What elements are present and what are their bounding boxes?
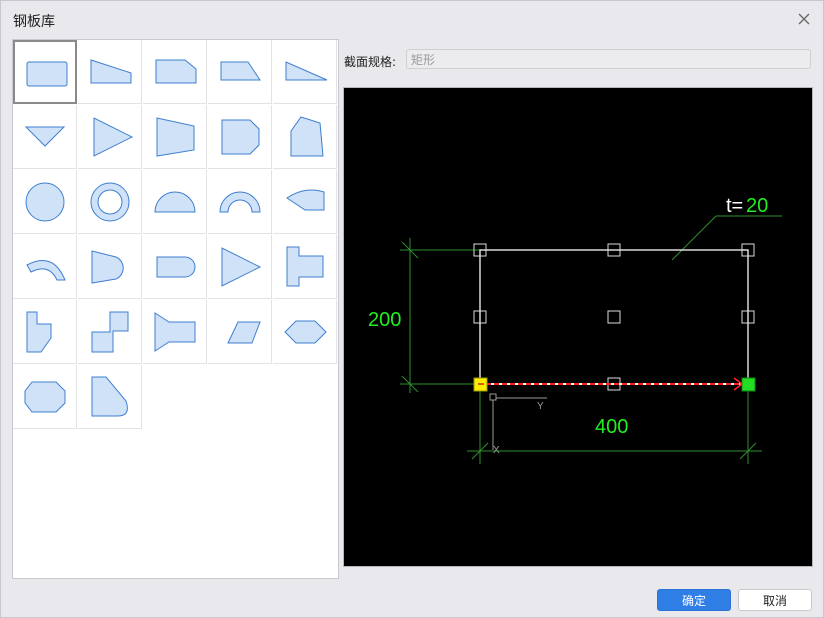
cancel-button[interactable]: 取消 — [738, 589, 812, 611]
ok-button[interactable]: 确定 — [657, 589, 731, 611]
flange-shape-icon — [154, 312, 196, 352]
shape-gallery — [12, 39, 339, 579]
shape-item-l-shape[interactable] — [13, 300, 77, 364]
section-outline — [479, 249, 749, 385]
close-icon[interactable] — [795, 10, 813, 28]
inverted-triangle-icon — [24, 126, 66, 147]
height-dimension-label: 200 — [368, 309, 401, 331]
pentagon-icon — [290, 116, 324, 157]
d-shape-icon — [221, 119, 260, 155]
t-shape-icon — [286, 246, 324, 287]
hexagon-icon — [284, 320, 327, 344]
shape-item-parallelogram[interactable] — [208, 300, 272, 364]
shape-item-inverted-triangle[interactable] — [13, 105, 77, 169]
shape-item-chamfered-rectangle[interactable] — [143, 40, 207, 104]
shape-item-curved-arc[interactable] — [13, 235, 77, 299]
ring-icon — [90, 182, 130, 222]
steel-plate-library-dialog: 钢板库 截面规格: 矩形 Y X t= 20 200 400 确定 取消 — [0, 0, 824, 618]
shape-item-t-shape[interactable] — [273, 235, 337, 299]
rounded-corner-rectangle-icon — [91, 376, 128, 417]
shape-item-flange-shape[interactable] — [143, 300, 207, 364]
l-shape-icon — [26, 311, 52, 353]
axis-x-label: X — [493, 445, 500, 456]
section-spec-label: 截面规格: — [344, 55, 397, 69]
triangle-wedge-icon — [220, 61, 261, 81]
shape-item-rounded-corner-rectangle[interactable] — [78, 365, 142, 429]
shape-item-rounded-rectangle[interactable] — [143, 235, 207, 299]
thickness-leader-diagonal — [671, 215, 717, 261]
thickness-value: 20 — [746, 195, 768, 217]
preview-canvas[interactable]: Y X t= 20 200 400 — [343, 87, 813, 567]
grip-center — [607, 310, 621, 324]
curved-arc-icon — [26, 260, 66, 281]
semicircle-icon — [154, 191, 196, 213]
shape-item-z-shape[interactable] — [78, 300, 142, 364]
rectangle-icon — [26, 61, 68, 87]
end-handle — [741, 377, 756, 392]
shape-item-trapezoid[interactable] — [143, 105, 207, 169]
fan-segment-icon — [286, 189, 325, 211]
shape-item-thin-wedge[interactable] — [273, 40, 337, 104]
shape-item-octagon[interactable] — [13, 365, 77, 429]
shape-item-semicircle[interactable] — [143, 170, 207, 234]
shape-item-arch[interactable] — [208, 170, 272, 234]
thickness-prefix: t= — [726, 195, 743, 217]
shape-item-ring[interactable] — [78, 170, 142, 234]
shape-item-d-shape[interactable] — [208, 105, 272, 169]
rounded-rectangle-icon — [156, 256, 196, 278]
parallelogram-icon — [227, 321, 261, 344]
triangle-icon — [221, 247, 262, 287]
shape-item-fan-segment[interactable] — [273, 170, 337, 234]
shape-item-hexagon[interactable] — [273, 300, 337, 364]
shape-item-right-triangle[interactable] — [78, 105, 142, 169]
thin-wedge-icon — [285, 61, 328, 81]
right-triangle-icon — [93, 117, 134, 157]
dialog-title: 钢板库 — [13, 14, 55, 30]
axis-y-label: Y — [537, 401, 544, 412]
shape-item-circle[interactable] — [13, 170, 77, 234]
width-dimension-label: 400 — [595, 416, 628, 438]
circle-icon — [25, 182, 65, 222]
axis-origin-marker — [489, 393, 497, 401]
octagon-icon — [24, 381, 66, 413]
shape-item-pentagon[interactable] — [273, 105, 337, 169]
z-shape-icon — [91, 311, 129, 353]
title-bar: 钢板库 — [1, 1, 823, 37]
arch-icon — [219, 191, 261, 213]
grip-handles — [473, 243, 755, 391]
shape-item-bullet-shape[interactable] — [78, 235, 142, 299]
shape-item-triangle[interactable] — [208, 235, 272, 299]
section-spec-field[interactable]: 矩形 — [406, 49, 811, 69]
trapezoid-icon — [156, 117, 195, 157]
bullet-shape-icon — [91, 250, 124, 284]
shape-item-triangle-wedge[interactable] — [208, 40, 272, 104]
preview-drawing: Y X t= 20 200 400 — [368, 195, 782, 464]
trapezoid-right-slope-icon — [90, 59, 132, 84]
shape-item-trapezoid-right-slope[interactable] — [78, 40, 142, 104]
chamfered-rectangle-icon — [155, 59, 197, 84]
shape-item-rectangle[interactable] — [13, 40, 77, 104]
